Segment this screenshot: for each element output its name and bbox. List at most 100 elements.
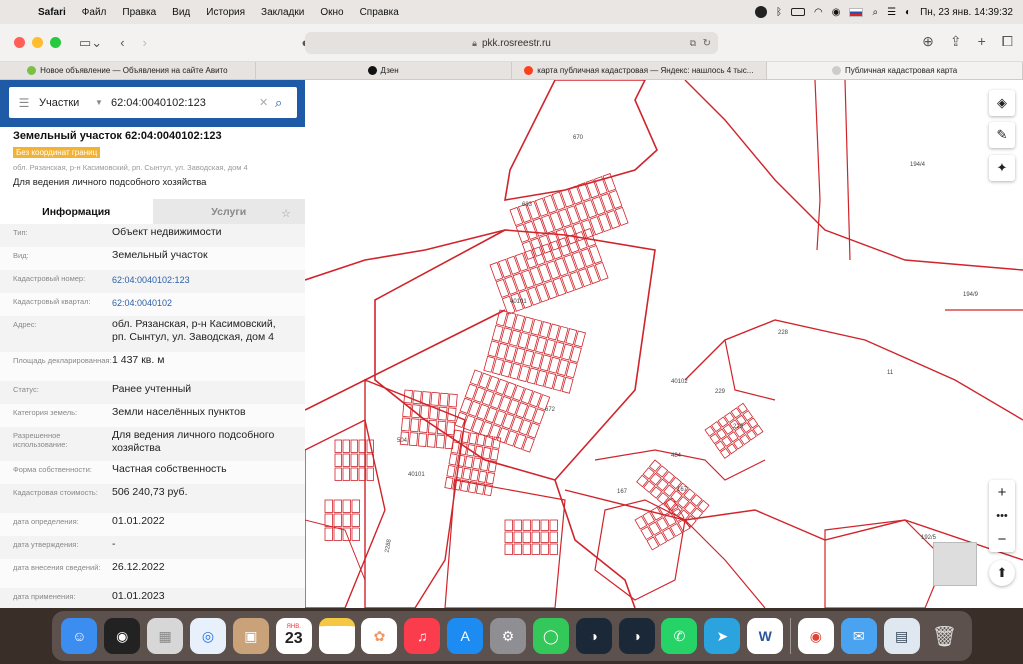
close-window-button[interactable] — [14, 37, 25, 48]
menu-datetime[interactable]: Пн, 23 янв. 14:39:32 — [920, 7, 1013, 18]
layers-icon[interactable]: ◈ — [989, 90, 1015, 116]
parcel-boundary — [531, 531, 540, 543]
tab-yandex[interactable]: карта публичная кадастровая — Яндекс: на… — [512, 62, 768, 79]
bluetooth-icon[interactable]: ᛒ — [776, 7, 782, 18]
parcel-block — [324, 499, 360, 541]
parcel-boundary — [476, 403, 490, 421]
app-store-icon[interactable]: A — [447, 618, 484, 654]
basemap-thumbnail[interactable] — [933, 542, 977, 586]
row-key: Площадь декларированная: — [13, 356, 112, 365]
notes-icon[interactable] — [318, 618, 355, 654]
parcel-boundary — [527, 422, 540, 439]
row-value: Для ведения личного подсобного хозяйства — [112, 429, 275, 454]
map-parcel-label: 11 — [887, 370, 894, 376]
back-icon[interactable]: ‹ — [120, 35, 124, 50]
menu-bookmarks[interactable]: Закладки — [253, 7, 312, 18]
tab-overview-icon[interactable]: ⧠ — [1002, 33, 1013, 50]
system-settings-icon[interactable]: ⚙ — [490, 618, 527, 654]
forward-icon[interactable]: › — [143, 35, 147, 50]
preview-icon[interactable]: ▤ — [883, 618, 920, 654]
more-icon[interactable]: ••• — [996, 510, 1008, 522]
menu-history[interactable]: История — [198, 7, 253, 18]
telegram-icon[interactable]: ➤ — [704, 618, 741, 654]
parcel-boundary — [448, 453, 458, 466]
share-icon[interactable]: ⇪ — [950, 33, 962, 50]
cadastral-map[interactable]: 670 194/4 683 40101 194/9 228 11 40102 2… — [305, 80, 1023, 608]
sidebar-toggle-icon[interactable]: ▭⌄ — [79, 35, 102, 51]
lock-icon: 🔒︎ — [472, 37, 477, 48]
search-input[interactable]: 62:04:0040102:123 — [111, 97, 259, 109]
spotlight-icon[interactable]: ⌕ — [872, 7, 878, 18]
ruler-icon[interactable]: ✎ — [989, 122, 1015, 148]
parcel-boundary — [350, 467, 358, 481]
map-parcel-label: 40102 — [671, 379, 688, 385]
menu-file[interactable]: Файл — [74, 7, 115, 18]
control-center-icon[interactable]: ☰ — [887, 7, 896, 18]
favorite-star-icon[interactable]: ☆ — [281, 207, 291, 220]
menu-icon[interactable]: ☰ — [9, 96, 39, 110]
cadastral-number-link[interactable]: 62:04:0040102:123 — [112, 270, 292, 287]
dzen-favicon-icon — [367, 66, 377, 75]
parcel-boundary — [514, 252, 529, 272]
zoom-out-button[interactable]: − — [998, 531, 1007, 548]
locate-feature-icon[interactable]: ✦ — [989, 155, 1015, 181]
cadastral-quarter-link[interactable]: 62:04:0040102 — [112, 293, 292, 310]
fullscreen-window-button[interactable] — [50, 37, 61, 48]
siri-icon[interactable]: ◉ — [104, 618, 141, 654]
parcel-block — [489, 228, 609, 315]
reload-icon[interactable]: ↻ — [703, 38, 711, 49]
steam-icon[interactable]: ◑ — [575, 618, 612, 654]
downloads-icon[interactable]: ⊕ — [922, 33, 934, 50]
word-icon[interactable]: W — [747, 618, 784, 654]
calendar-icon[interactable]: ЯНВ. 23 — [275, 618, 312, 654]
user-icon[interactable]: ◉ — [832, 7, 841, 18]
parcel-boundary — [435, 434, 446, 449]
contacts-icon[interactable]: ▣ — [232, 618, 269, 654]
messages-icon[interactable]: ◯ — [532, 618, 569, 654]
address-bar[interactable]: 🔒︎ pkk.rosreestr.ru ⧉ ↻ — [305, 32, 718, 54]
tab-dzen[interactable]: Дзен — [256, 62, 512, 79]
mail-icon[interactable]: ✉ — [840, 618, 877, 654]
chevron-down-icon[interactable]: ▼ — [95, 98, 111, 107]
finder-icon[interactable]: ☺ — [61, 618, 98, 654]
search-category-select[interactable]: Участки — [39, 97, 95, 109]
menu-window[interactable]: Окно — [312, 7, 351, 18]
vpn-icon[interactable] — [755, 6, 767, 18]
parcel-boundary — [504, 275, 518, 295]
translate-icon[interactable]: ⧉ — [690, 38, 696, 49]
row-key: Тип: — [13, 228, 28, 237]
menu-edit[interactable]: Правка — [114, 7, 164, 18]
parcel-boundary — [569, 271, 584, 291]
minimize-window-button[interactable] — [32, 37, 43, 48]
parcel-boundary — [342, 513, 351, 527]
music-icon[interactable]: ♫ — [404, 618, 441, 654]
table-row: Кадастровая стоимость: 506 240,73 руб. — [0, 484, 305, 513]
battery-icon[interactable] — [791, 8, 805, 16]
siri-tray-icon[interactable]: ◐ — [905, 7, 911, 18]
menu-help[interactable]: Справка — [352, 7, 407, 18]
tab-pkk[interactable]: Публичная кадастровая карта — [767, 62, 1023, 79]
new-tab-icon[interactable]: + — [978, 33, 986, 50]
zoom-in-button[interactable]: + — [998, 484, 1007, 501]
trash-icon[interactable]: 🗑︎ — [926, 618, 962, 654]
tab-avito[interactable]: Новое объявление — Объявления на сайте А… — [0, 62, 256, 79]
input-language-icon[interactable] — [849, 7, 864, 17]
menu-app-name[interactable]: Safari — [30, 7, 74, 18]
parcel-boundary — [844, 80, 851, 261]
launchpad-icon[interactable]: ▦ — [147, 618, 184, 654]
search-icon[interactable]: ⌕ — [275, 95, 297, 111]
compass-icon[interactable]: ⬆ — [989, 560, 1015, 586]
menu-view[interactable]: Вид — [164, 7, 198, 18]
parcel-boundary — [412, 390, 422, 405]
row-key: Статус: — [13, 385, 39, 394]
wifi-icon[interactable]: ◠ — [814, 7, 823, 18]
parcel-info-panel: ☰ Участки ▼ 62:04:0040102:123 ✕ ⌕ ‹ Земе… — [0, 80, 305, 608]
chrome-icon[interactable]: ◉ — [797, 618, 834, 654]
photos-icon[interactable]: ✿ — [361, 618, 398, 654]
steam-icon[interactable]: ◑ — [618, 618, 655, 654]
safari-icon[interactable]: ◎ — [190, 618, 226, 654]
parcel-boundary — [333, 513, 342, 527]
tab-info[interactable]: Информация — [0, 199, 153, 224]
whatsapp-icon[interactable]: ✆ — [661, 618, 698, 654]
clear-icon[interactable]: ✕ — [259, 96, 275, 109]
